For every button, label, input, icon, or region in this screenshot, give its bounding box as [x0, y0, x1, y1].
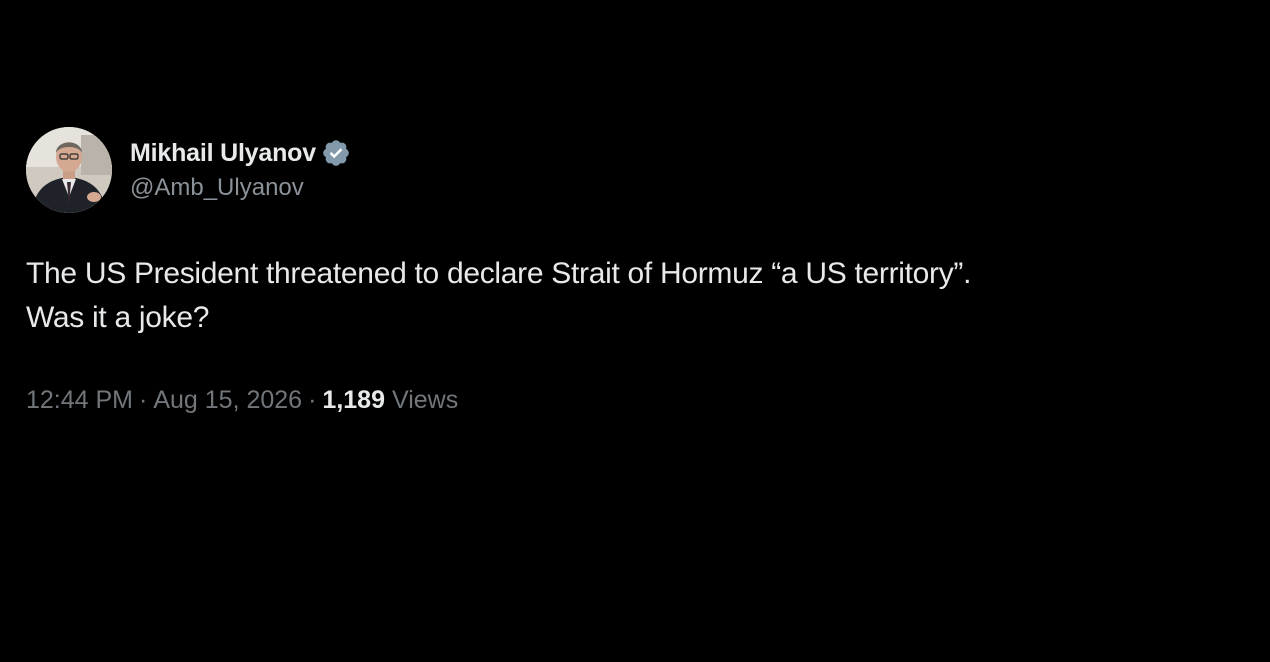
display-name[interactable]: Mikhail Ulyanov	[130, 139, 316, 168]
author-names: Mikhail Ulyanov @Amb_Ulyanov	[130, 138, 351, 202]
meta-separator: ·	[139, 386, 148, 414]
author-handle[interactable]: @Amb_Ulyanov	[130, 174, 351, 202]
tweet-text-line-2: Was it a joke?	[26, 301, 210, 334]
display-name-row: Mikhail Ulyanov	[130, 138, 351, 168]
meta-separator: ·	[308, 386, 317, 414]
tweet-date[interactable]: Aug 15, 2026	[153, 386, 302, 415]
tweet-header: Mikhail Ulyanov @Amb_Ulyanov	[26, 126, 1246, 214]
profile-photo-icon	[26, 127, 112, 213]
tweet-card: Mikhail Ulyanov @Amb_Ulyanov The US Pres…	[26, 126, 1246, 415]
views-count[interactable]: 1,189	[322, 386, 385, 415]
tweet-time[interactable]: 12:44 PM	[26, 386, 133, 415]
verified-badge-icon[interactable]	[321, 138, 351, 168]
tweet-text-line-1: The US President threatened to declare S…	[26, 257, 972, 290]
views-label[interactable]: Views	[392, 386, 458, 415]
avatar[interactable]	[26, 127, 112, 213]
tweet-meta: 12:44 PM · Aug 15, 2026 · 1,189 Views	[26, 386, 1246, 415]
tweet-text: The US President threatened to declare S…	[26, 252, 1246, 340]
